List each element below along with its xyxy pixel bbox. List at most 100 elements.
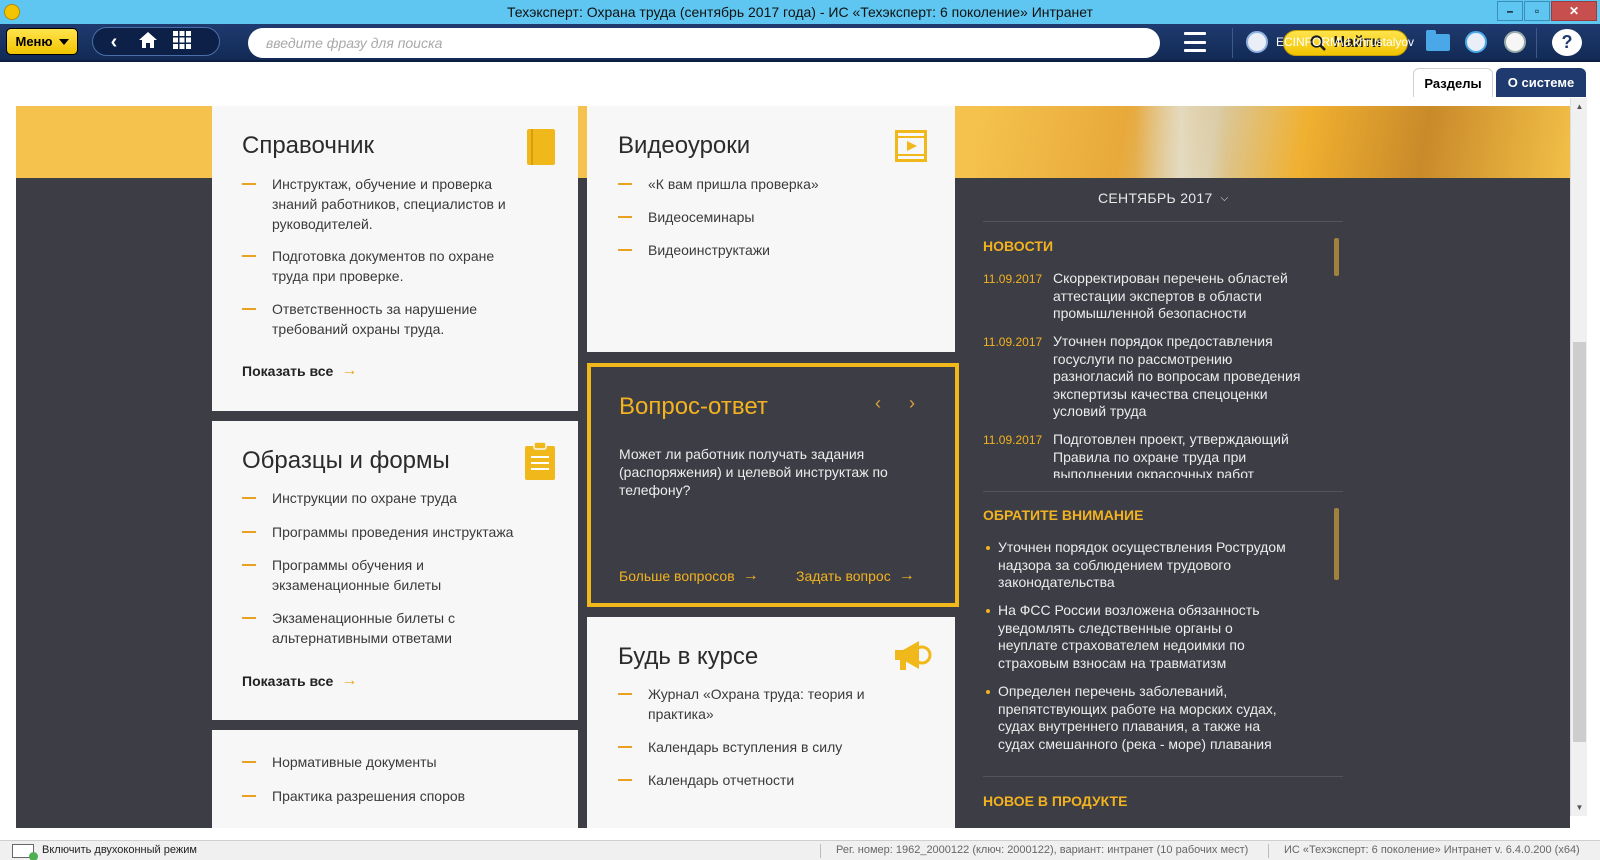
main-toolbar: Меню ‹ Найти [0,24,1600,62]
arrow-right-icon: → [742,567,759,584]
search-input[interactable] [266,32,1006,54]
caret-down-icon [58,38,69,45]
news-item[interactable]: 11.09.2017 Уточнен порядок предоставлени… [983,333,1313,421]
news-heading: НОВОСТИ [983,238,1054,254]
minimize-button[interactable]: – [1497,1,1523,21]
product-news-heading: НОВОЕ В ПРОДУКТЕ [983,793,1128,809]
list-item[interactable]: Инструкции по охране труда [242,488,532,508]
qa-question[interactable]: Может ли работник получать задания (расп… [619,445,919,499]
help-icon: ? [1561,32,1573,52]
next-arrow-icon[interactable]: › [909,393,915,414]
dual-window-toggle[interactable]: Включить двухоконный режим [42,844,197,856]
news-date: 11.09.2017 [983,272,1043,286]
list-item[interactable]: Журнал «Охрана труда: теория и практика» [618,684,888,724]
arrow-right-icon: → [341,362,358,379]
show-all-link[interactable]: Показать все → [242,362,357,380]
menu-button[interactable]: Меню [6,28,78,55]
status-divider [820,844,821,858]
title-bar: Техэксперт: Охрана труда (сентябрь 2017 … [0,0,1600,24]
scroll-thumb[interactable] [1573,342,1586,742]
card-title[interactable]: Образцы и формы [242,447,450,475]
hamburger-menu-icon[interactable] [1184,32,1206,52]
list-item[interactable]: Практика разрешения споров [242,786,532,806]
divider [983,776,1343,777]
dual-window-icon[interactable] [12,844,38,860]
list-item[interactable]: Календарь отчетности [618,770,908,790]
list-item[interactable]: «К вам пришла проверка» [618,174,908,194]
menu-button-label: Меню [15,34,53,49]
tab-razdely[interactable]: Разделы [1413,68,1493,97]
app-window: Техэксперт: Охрана труда (сентябрь 2017 … [0,0,1600,860]
tab-o-sisteme[interactable]: О системе [1496,68,1586,97]
close-icon: ✕ [1568,4,1580,18]
restore-icon: ▫ [1534,4,1540,18]
chevron-down-icon: ⌵ [1220,192,1229,204]
news-item[interactable]: 11.09.2017 Подготовлен проект, утверждаю… [983,431,1313,478]
minimize-icon: – [1506,4,1514,18]
grid-icon[interactable] [171,30,193,53]
attention-item[interactable]: Определен перечень заболеваний, препятст… [986,683,1286,753]
list-item[interactable]: Экзаменационные билеты с альтернативными… [242,608,482,648]
videouroki-card: Видеоуроки «К вам пришла проверка» Видео… [587,106,955,352]
list-item[interactable]: Подготовка документов по охране труда пр… [242,246,522,286]
bud-v-kurse-card: Будь в курсе Журнал «Охрана труда: теори… [587,617,955,828]
banner-photo [976,106,1570,178]
news-list: 11.09.2017 Скорректирован перечень облас… [983,268,1343,478]
video-icon [895,130,927,167]
ask-question-link[interactable]: Задать вопрос → [796,567,915,585]
status-bar: Включить двухоконный режим Рег. номер: 1… [0,840,1600,860]
list-item[interactable]: Календарь вступления в силу [618,737,908,757]
prev-arrow-icon[interactable]: ‹ [875,393,881,414]
list-item[interactable]: Видеоинструктажи [618,240,908,260]
list-item[interactable]: Инструктаж, обучение и проверка знаний р… [242,174,522,234]
window-title: Техэксперт: Охрана труда (сентябрь 2017 … [507,4,1093,20]
qa-panel: Вопрос-ответ ‹ › Может ли работник получ… [587,363,959,607]
news-scrollbar[interactable] [1334,238,1339,276]
back-arrow-icon[interactable]: ‹ [103,32,125,52]
tabs-row: Разделы О системе [0,62,1600,98]
book-icon [526,128,556,171]
list-item[interactable]: Программы обучения и экзаменационные бил… [242,555,472,595]
registration-info: Рег. номер: 1962_2000122 (ключ: 2000122)… [836,844,1249,856]
normativ-card: Нормативные документы Практика разрешени… [212,730,578,828]
divider [983,221,1343,222]
home-icon[interactable] [137,31,159,53]
attention-item[interactable]: Уточнен порядок осуществления Рострудом … [986,539,1286,592]
help-button[interactable]: ? [1552,29,1582,56]
obraztsy-card: Образцы и формы Инструкции по охране тру… [212,421,578,720]
folder-icon[interactable] [1426,30,1450,51]
list-item[interactable]: Программы проведения инструктажа [242,522,532,542]
maximize-button[interactable]: ▫ [1524,1,1550,21]
list-item[interactable]: Видеосеминары [618,207,908,227]
megaphone-icon [892,637,932,678]
month-selector[interactable]: СЕНТЯБРЬ 2017 ⌵ [1098,190,1228,206]
search-box: Найти [248,28,1408,58]
qa-title[interactable]: Вопрос-ответ [619,393,768,421]
history-clock-icon[interactable] [1465,31,1487,53]
close-button[interactable]: ✕ [1551,1,1597,21]
spravochnik-card: Справочник Инструктаж, обучение и провер… [212,106,578,411]
news-date: 11.09.2017 [983,335,1043,349]
card-title[interactable]: Будь в курсе [618,643,758,671]
attention-item[interactable]: На ФСС России возложена обязанность увед… [986,602,1286,672]
card-title[interactable]: Справочник [242,132,374,160]
more-questions-link[interactable]: Больше вопросов → [619,567,759,585]
toolbar-divider [1536,28,1537,58]
arrow-right-icon: → [341,672,358,689]
list-item[interactable]: Нормативные документы [242,752,532,772]
attention-scrollbar[interactable] [1334,508,1339,580]
news-item[interactable]: 11.09.2017 Скорректирован перечень облас… [983,270,1313,323]
card-title[interactable]: Видеоуроки [618,132,750,160]
user-avatar-icon [1246,31,1268,53]
scroll-down-icon[interactable]: ▼ [1571,799,1588,816]
news-date: 11.09.2017 [983,433,1043,447]
page-scrollbar[interactable]: ▲ ▼ [1570,98,1587,816]
navigation-group: ‹ [92,27,220,56]
arrow-right-icon: → [898,567,915,584]
main-content: Справочник Инструктаж, обучение и провер… [16,106,1570,828]
scroll-up-icon[interactable]: ▲ [1571,98,1588,115]
list-item[interactable]: Ответственность за нарушение требований … [242,299,522,339]
user-account[interactable]: ECINFORM\d.khrustalyov [1246,31,1414,53]
show-all-link[interactable]: Показать все → [242,672,357,690]
timer-icon[interactable] [1504,31,1526,53]
